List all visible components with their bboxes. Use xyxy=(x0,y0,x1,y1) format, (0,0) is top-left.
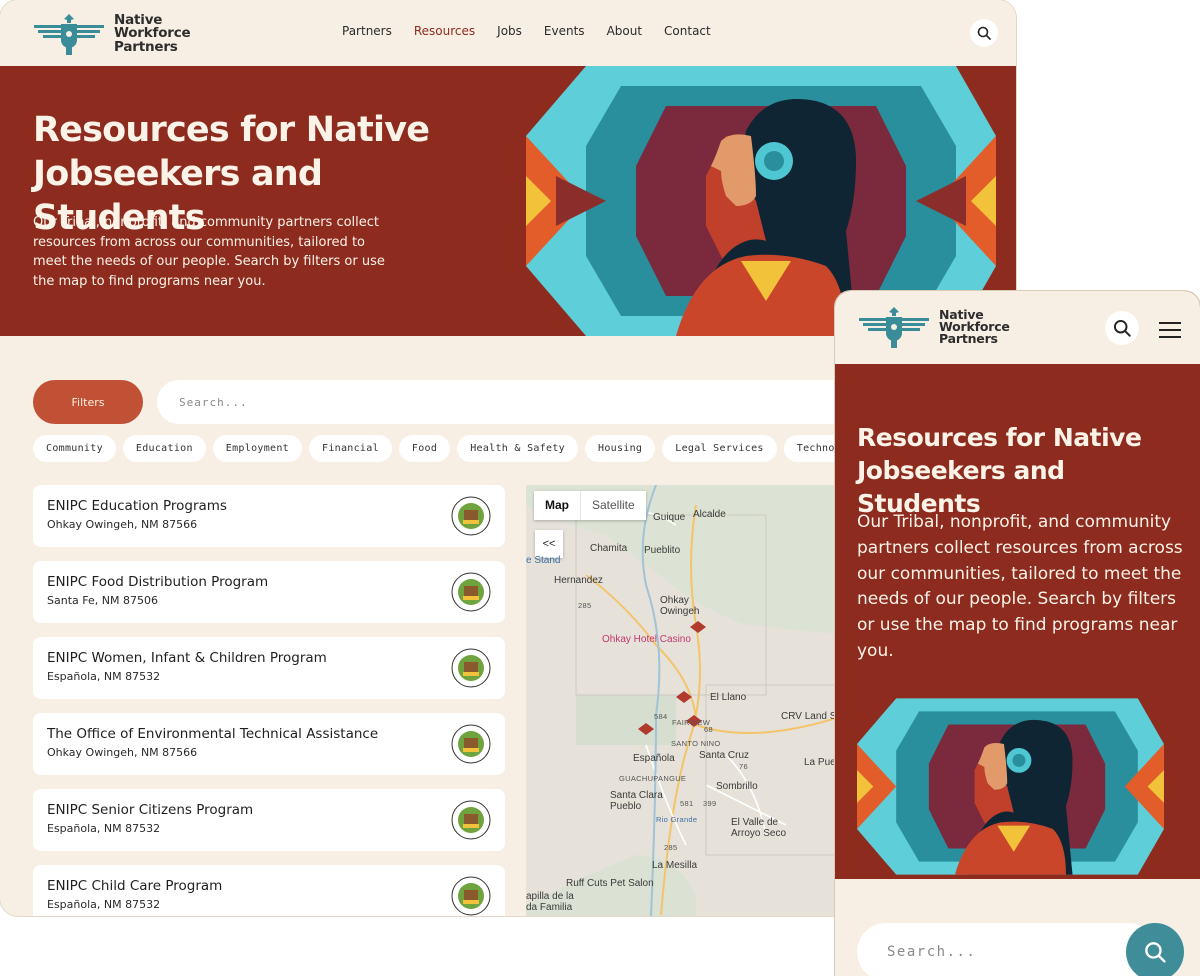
chip-health-safety[interactable]: Health & Safety xyxy=(457,435,578,462)
resource-card[interactable]: ENIPC Women, Infant & Children Program E… xyxy=(33,637,505,699)
mobile-hero-illustration xyxy=(857,698,1164,875)
map-base xyxy=(526,485,846,916)
map-place-label: apilla de la da Familia xyxy=(526,891,574,913)
partner-seal-icon xyxy=(451,800,491,840)
nav-contact[interactable]: Contact xyxy=(664,24,711,38)
mobile-view: Native Workforce Partners Resources for … xyxy=(835,291,1200,976)
resource-card[interactable]: The Office of Environmental Technical As… xyxy=(33,713,505,775)
road-shield: 285 xyxy=(664,843,678,852)
nav-jobs[interactable]: Jobs xyxy=(497,24,522,38)
resource-map[interactable]: Map Satellite << Guique Alcalde Chamita … xyxy=(526,485,846,916)
map-place-label: Santa Clara Pueblo xyxy=(610,790,663,812)
search-icon xyxy=(1145,942,1166,963)
chip-legal-services[interactable]: Legal Services xyxy=(662,435,777,462)
site-logo-text: Native Workforce Partners xyxy=(939,306,1010,347)
resource-search-input[interactable] xyxy=(157,380,857,424)
map-type-toggle: Map Satellite xyxy=(534,491,646,520)
map-place-label: Ohkay Owingeh xyxy=(660,595,700,617)
map-place-label: Española xyxy=(633,753,675,764)
mobile-site-logo[interactable]: Native Workforce Partners xyxy=(857,305,1010,349)
thunderbird-logo-icon xyxy=(34,14,104,55)
resource-card[interactable]: ENIPC Child Care Program Española, NM 87… xyxy=(33,865,505,916)
road-shield: 399 xyxy=(703,799,717,808)
map-place-label: e Stand xyxy=(526,555,561,566)
mobile-search-button[interactable] xyxy=(1105,311,1139,345)
site-header: Native Workforce Partners Partners Resou… xyxy=(0,0,1016,66)
resource-title: ENIPC Education Programs xyxy=(47,498,227,514)
mobile-search-submit-button[interactable] xyxy=(1126,923,1184,976)
menu-icon[interactable] xyxy=(1159,322,1181,338)
resource-location: Santa Fe, NM 87506 xyxy=(47,594,158,607)
map-place-label: SANTO NINO xyxy=(671,739,721,748)
map-place-label: La Mesilla xyxy=(652,860,698,871)
search-icon xyxy=(977,26,991,40)
mobile-header: Native Workforce Partners xyxy=(835,291,1200,364)
chip-education[interactable]: Education xyxy=(122,435,206,462)
resource-location: Española, NM 87532 xyxy=(47,670,161,683)
partner-seal-icon xyxy=(451,648,491,688)
map-place-label: Guique xyxy=(653,512,686,523)
map-place-label: CRV Land Su xyxy=(781,711,842,722)
map-place-label: Pueblito xyxy=(644,545,681,556)
map-place-label: Rio Grande xyxy=(656,815,698,824)
collapse-map-button[interactable]: << xyxy=(535,530,563,558)
resource-location: Ohkay Owingeh, NM 87566 xyxy=(47,746,198,759)
resource-location: Española, NM 87532 xyxy=(47,822,161,835)
map-place-label: Santa Cruz xyxy=(699,750,750,761)
site-logo[interactable]: Native Workforce Partners xyxy=(32,12,191,56)
resource-location: Española, NM 87532 xyxy=(47,898,161,911)
chip-employment[interactable]: Employment xyxy=(212,435,302,462)
map-place-label: Alcalde xyxy=(693,509,726,520)
map-place-label: El Llano xyxy=(710,692,747,703)
resource-card[interactable]: ENIPC Education Programs Ohkay Owingeh, … xyxy=(33,485,505,547)
partner-seal-icon xyxy=(451,724,491,764)
road-shield: 581 xyxy=(680,799,694,808)
map-type-map[interactable]: Map xyxy=(534,491,580,520)
road-shield: 285 xyxy=(578,601,592,610)
map-place-label: GUACHUPANGUE xyxy=(619,774,687,783)
map-place-label: Hernandez xyxy=(554,575,603,586)
search-icon xyxy=(1113,319,1131,337)
road-shield: 68 xyxy=(704,725,713,734)
mobile-search-input[interactable] xyxy=(857,923,1157,976)
nav-resources[interactable]: Resources xyxy=(414,24,475,38)
chip-housing[interactable]: Housing xyxy=(585,435,656,462)
resource-title: ENIPC Child Care Program xyxy=(47,878,223,894)
partner-seal-icon xyxy=(451,496,491,536)
main-nav: Partners Resources Jobs Events About Con… xyxy=(342,24,733,38)
map-place-label: El Valle de Arroyo Seco xyxy=(731,817,787,839)
road-shield: 76 xyxy=(739,762,748,771)
resource-title: ENIPC Food Distribution Program xyxy=(47,574,269,590)
filters-button[interactable]: Filters xyxy=(33,380,143,424)
resource-card[interactable]: ENIPC Food Distribution Program Santa Fe… xyxy=(33,561,505,623)
chip-community[interactable]: Community xyxy=(33,435,116,462)
nav-about[interactable]: About xyxy=(607,24,642,38)
map-place-label: Chamita xyxy=(590,543,628,554)
map-type-satellite[interactable]: Satellite xyxy=(580,491,646,520)
category-chips: Community Education Employment Financial Foo… xyxy=(33,435,843,463)
mobile-hero-description: Our Tribal, nonprofit, and community par… xyxy=(857,512,1183,661)
nav-events[interactable]: Events xyxy=(544,24,585,38)
partner-seal-icon xyxy=(451,876,491,916)
partner-seal-icon xyxy=(451,572,491,612)
map-place-label: Sombrillo xyxy=(716,781,758,792)
resource-title: The Office of Environmental Technical As… xyxy=(47,726,379,742)
road-shield: 584 xyxy=(654,712,668,721)
header-search-button[interactable] xyxy=(970,19,998,47)
resource-card[interactable]: ENIPC Senior Citizens Program Española, … xyxy=(33,789,505,851)
chip-financial[interactable]: Financial xyxy=(309,435,392,462)
map-place-label: Ohkay Hotel Casino xyxy=(602,634,691,645)
resource-title: ENIPC Women, Infant & Children Program xyxy=(47,650,327,666)
resource-location: Ohkay Owingeh, NM 87566 xyxy=(47,518,198,531)
site-logo-text: Native Workforce Partners xyxy=(114,12,191,55)
hero-description: Our Tribal, nonprofit, and community par… xyxy=(33,215,385,289)
chip-food[interactable]: Food xyxy=(398,435,451,462)
map-place-label: Ruff Cuts Pet Salon xyxy=(566,878,654,889)
nav-partners[interactable]: Partners xyxy=(342,24,392,38)
resource-list: ENIPC Education Programs Ohkay Owingeh, … xyxy=(33,485,505,916)
resource-title: ENIPC Senior Citizens Program xyxy=(47,802,254,818)
thunderbird-logo-icon xyxy=(859,307,929,348)
mobile-page-title: Resources for Native Jobseekers and Stud… xyxy=(857,423,1142,518)
